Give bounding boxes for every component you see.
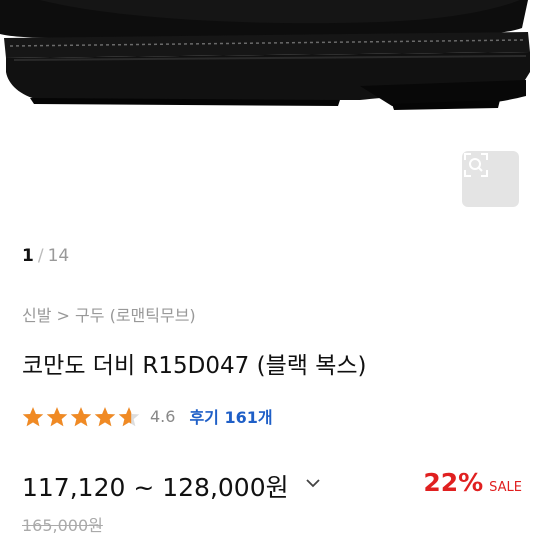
star-icon [94, 406, 116, 426]
breadcrumb-subcategory[interactable]: 구두 (로맨틱무브) [75, 306, 196, 325]
discount-badge: 22% SALE [423, 468, 522, 497]
zoom-button[interactable] [462, 151, 519, 207]
discount-percent: 22% [423, 468, 484, 497]
rating-row: 4.6 후기 161개 [22, 404, 273, 428]
breadcrumb-separator: > [56, 306, 70, 325]
shoe-image [0, 0, 530, 110]
star-icon [118, 406, 140, 426]
breadcrumb: 신발 > 구두 (로맨틱무브) [22, 302, 196, 326]
sale-label: SALE [489, 480, 522, 495]
rating-value: 4.6 [150, 406, 176, 426]
star-icon [46, 406, 68, 426]
star-icon [22, 406, 44, 426]
rating-stars [22, 406, 140, 427]
counter-separator: / [37, 246, 44, 266]
star-icon [70, 406, 92, 426]
chevron-down-icon [306, 479, 320, 488]
image-counter: 1/14 [22, 246, 69, 266]
price-row: 117,120 ~ 128,000원 22% SALE [22, 468, 522, 502]
original-price: 165,000원 [22, 516, 103, 535]
product-image[interactable] [0, 0, 540, 228]
search-zoom-icon [464, 153, 488, 177]
review-count-link[interactable]: 후기 161개 [189, 404, 272, 428]
current-image-index: 1 [22, 246, 34, 266]
product-title: 코만도 더비 R15D047 (블랙 복스) [22, 353, 367, 379]
breadcrumb-category[interactable]: 신발 [22, 306, 51, 325]
price-range: 117,120 ~ 128,000원 [22, 473, 289, 502]
price-options-toggle[interactable] [304, 474, 322, 496]
total-image-count: 14 [47, 246, 70, 266]
